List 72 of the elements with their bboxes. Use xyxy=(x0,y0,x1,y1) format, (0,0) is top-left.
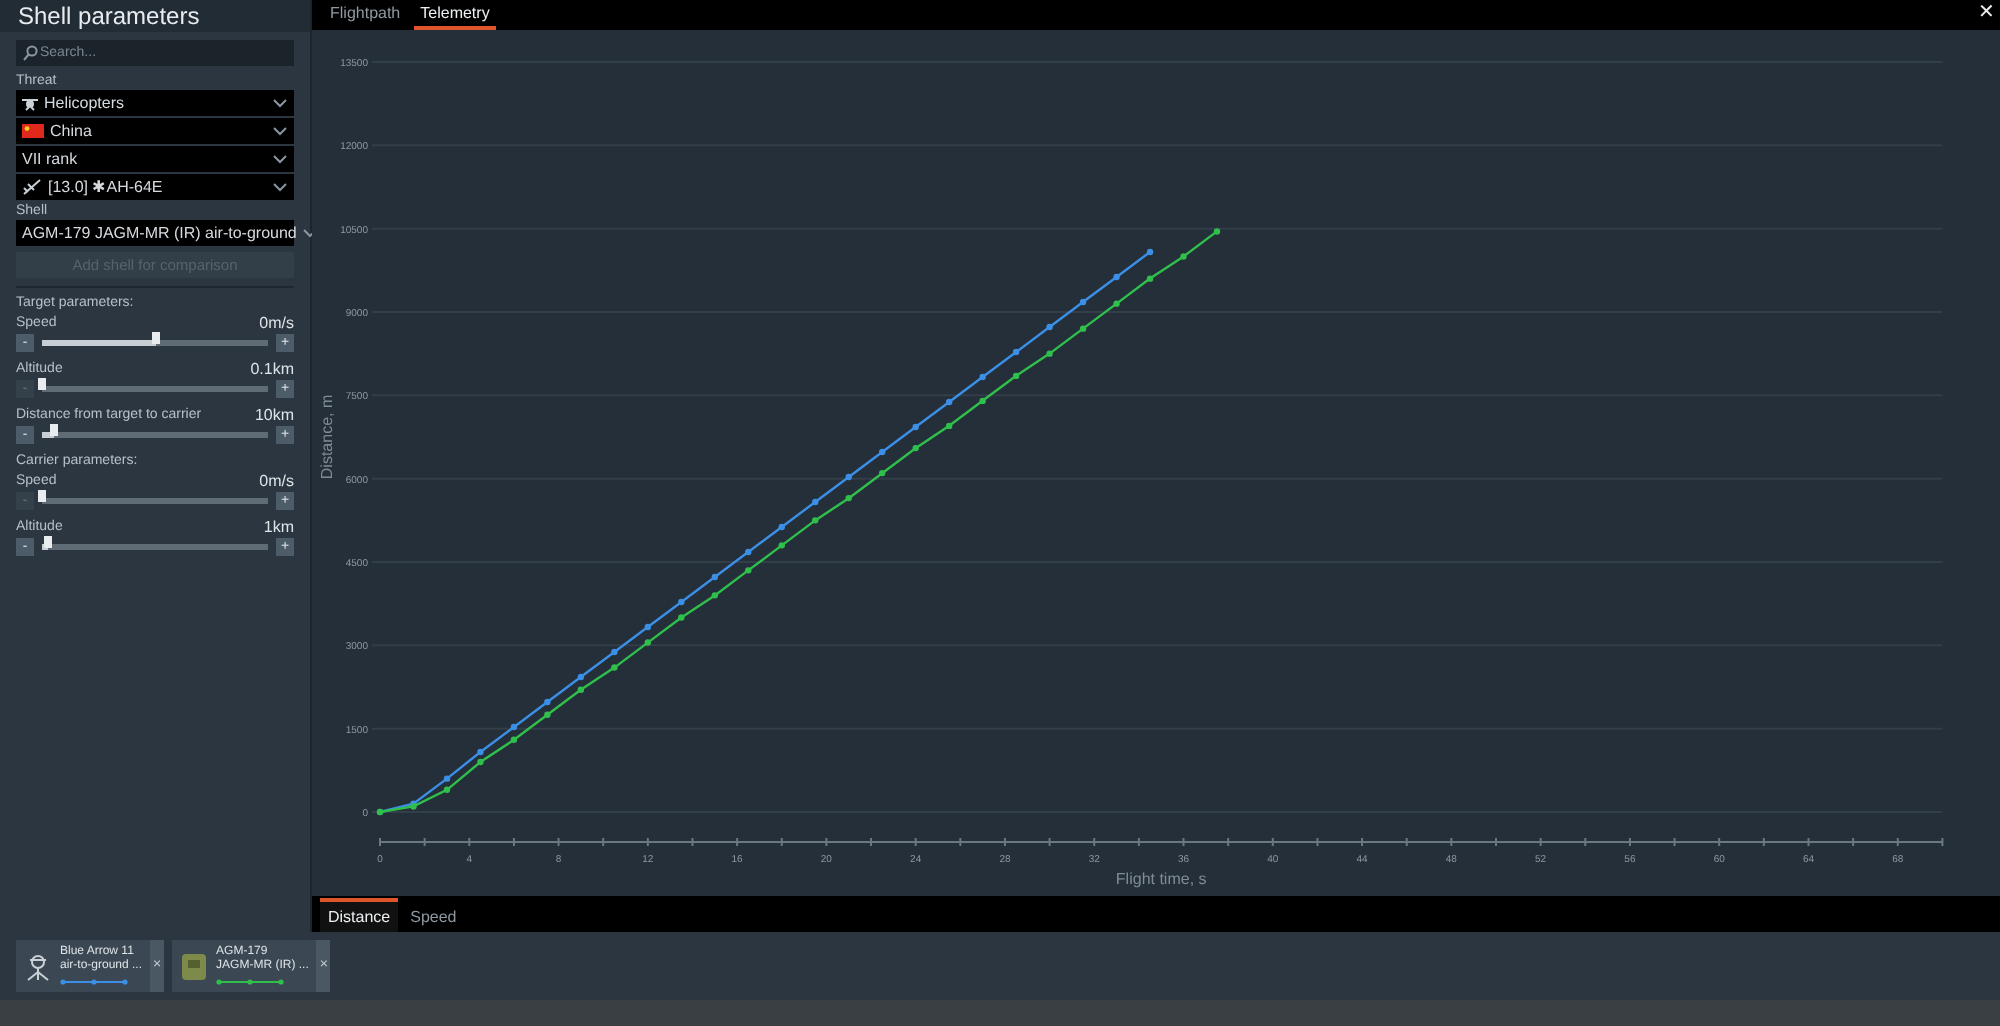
data-point xyxy=(845,473,852,481)
data-point xyxy=(544,698,551,706)
data-point xyxy=(778,542,785,549)
slider-thumb[interactable] xyxy=(49,424,58,436)
slider-thumb[interactable] xyxy=(44,536,53,548)
data-point xyxy=(678,598,685,606)
data-point xyxy=(711,592,718,599)
data-point xyxy=(778,523,785,531)
data-point xyxy=(945,398,953,406)
aircraft-icon xyxy=(22,178,42,196)
data-point xyxy=(544,711,551,718)
data-point xyxy=(912,423,919,431)
data-point xyxy=(1079,298,1087,306)
slider-reading: 0.1km xyxy=(250,360,294,378)
slider-reading: 1km xyxy=(263,518,294,536)
data-point xyxy=(1046,323,1053,331)
data-point xyxy=(644,623,652,631)
data-point xyxy=(979,397,986,405)
data-point xyxy=(577,686,585,693)
data-point xyxy=(711,573,718,581)
data-point xyxy=(611,664,618,671)
dropdown-value: Helicopters xyxy=(44,91,127,115)
data-point xyxy=(1113,300,1120,307)
data-point xyxy=(879,448,886,456)
dropdown[interactable]: [13.0] ✱AH-64E xyxy=(16,174,294,200)
data-point xyxy=(678,614,685,621)
data-point xyxy=(1146,248,1154,256)
data-point xyxy=(443,786,451,793)
data-point xyxy=(1146,275,1154,282)
helicopter-icon xyxy=(22,95,38,111)
data-point xyxy=(812,498,819,506)
slider-thumb[interactable] xyxy=(151,332,159,344)
slider-reading: 0m/s xyxy=(259,472,294,490)
data-point xyxy=(577,673,585,681)
tab[interactable]: Flightpath xyxy=(324,2,407,30)
data-point xyxy=(1079,325,1087,332)
data-point xyxy=(745,548,752,556)
data-point xyxy=(443,775,451,782)
data-point xyxy=(745,567,752,574)
data-point xyxy=(1213,228,1221,235)
data-point xyxy=(1012,372,1020,380)
dropdown-value: [13.0] ✱AH-64E xyxy=(48,175,165,199)
flag-icon xyxy=(22,124,44,138)
data-point xyxy=(1012,348,1020,356)
slider-reading: 0m/s xyxy=(259,314,294,332)
panel-title: Shell parameters xyxy=(0,0,310,32)
data-point xyxy=(879,469,886,477)
x-axis-label: Flight time, s xyxy=(1115,870,1207,888)
dropdown[interactable]: Helicopters xyxy=(16,90,294,116)
data-point xyxy=(945,422,953,430)
slider-thumb[interactable] xyxy=(38,378,46,390)
data-point xyxy=(510,736,518,743)
data-point xyxy=(644,639,652,646)
data-point xyxy=(611,648,618,656)
slider-reading: 10km xyxy=(254,406,294,424)
dropdown[interactable]: VII rank xyxy=(16,146,294,172)
close-button[interactable]: ✕ xyxy=(1978,0,1994,28)
slider-thumb[interactable] xyxy=(38,490,46,502)
data-point xyxy=(812,517,819,524)
dropdown-value: VII rank xyxy=(22,147,80,171)
data-point xyxy=(1046,350,1053,357)
dropdown[interactable]: China xyxy=(16,118,294,144)
data-point xyxy=(510,723,518,731)
y-axis-label: Distance, m xyxy=(318,394,336,480)
dropdown-value: China xyxy=(50,119,94,143)
data-point xyxy=(1113,273,1120,281)
data-point xyxy=(979,373,986,381)
data-point xyxy=(1180,253,1187,260)
data-point xyxy=(912,444,919,452)
tab[interactable]: Distance xyxy=(320,898,399,932)
data-point xyxy=(845,494,852,502)
tab[interactable]: Speed xyxy=(402,898,465,932)
